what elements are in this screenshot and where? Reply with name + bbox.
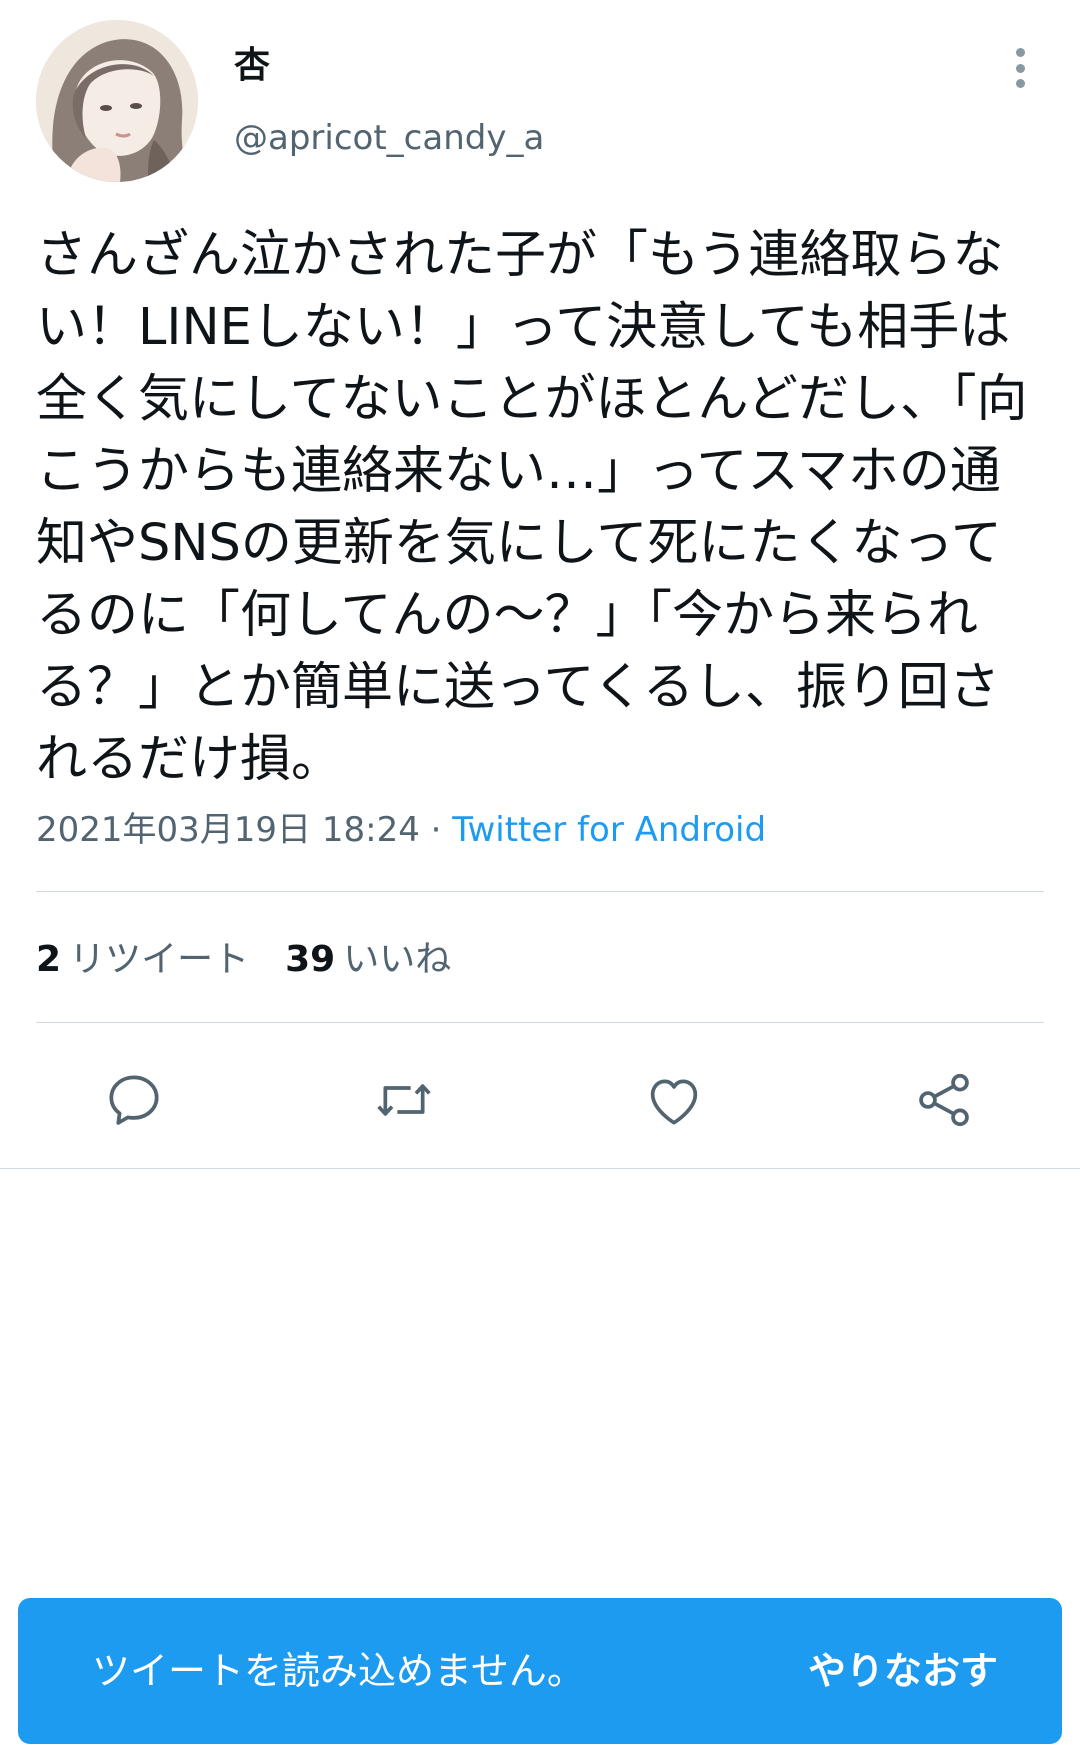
share-icon bbox=[919, 1073, 969, 1127]
author-handle[interactable]: @apricot_candy_a bbox=[234, 116, 544, 160]
avatar-illustration bbox=[36, 20, 198, 182]
like-button[interactable] bbox=[638, 1064, 710, 1136]
likes-label: いいね bbox=[343, 939, 452, 980]
likes-count: 39 bbox=[285, 939, 336, 980]
divider bbox=[36, 1022, 1044, 1023]
error-snackbar: ツイートを読み込めません。 やりなおす bbox=[18, 1598, 1062, 1744]
more-options-icon[interactable] bbox=[1000, 44, 1040, 92]
more-dot bbox=[1015, 79, 1025, 88]
retry-button[interactable]: やりなおす bbox=[808, 1647, 998, 1695]
tweet-detail-page: 杏 @apricot_candy_a さんざん泣かされた子が「もう連絡取らない！… bbox=[0, 0, 1080, 1752]
retweets-stat[interactable]: 2 リツイート bbox=[36, 938, 249, 982]
tweet-stats: 2 リツイート 39 いいね bbox=[36, 938, 451, 982]
divider bbox=[36, 891, 1044, 892]
more-dot bbox=[1015, 63, 1025, 73]
heart-icon bbox=[650, 1079, 698, 1125]
snackbar-message: ツイートを読み込めません。 bbox=[92, 1649, 585, 1693]
retweets-label: リツイート bbox=[69, 939, 250, 980]
more-dot bbox=[1015, 48, 1025, 57]
retweets-count: 2 bbox=[36, 939, 62, 980]
share-button[interactable] bbox=[908, 1064, 980, 1136]
avatar[interactable] bbox=[36, 20, 198, 182]
tweet-meta: 2021年03月19日 18:24 · Twitter for Android bbox=[36, 808, 766, 852]
tweet-source-link[interactable]: Twitter for Android bbox=[452, 810, 766, 850]
author-name[interactable]: 杏 bbox=[234, 44, 270, 88]
meta-separator: · bbox=[430, 810, 442, 850]
reply-icon bbox=[109, 1075, 159, 1125]
reply-button[interactable] bbox=[98, 1064, 170, 1136]
retweet-icon bbox=[377, 1084, 431, 1116]
divider bbox=[0, 1168, 1080, 1169]
retweet-button[interactable] bbox=[368, 1064, 440, 1136]
tweet-timestamp: 2021年03月19日 18:24 bbox=[36, 810, 420, 850]
tweet-text: さんざん泣かされた子が「もう連絡取らない！LINEしない！」って決意しても相手は… bbox=[36, 226, 1028, 789]
likes-stat[interactable]: 39 いいね bbox=[285, 938, 451, 982]
